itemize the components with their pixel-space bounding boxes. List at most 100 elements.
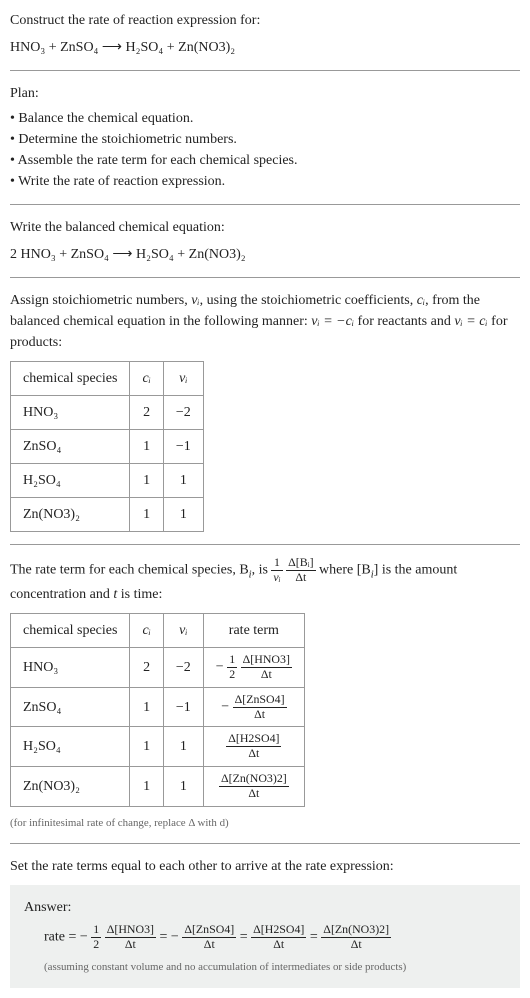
nu-symbol: νᵢ	[191, 293, 199, 308]
col-header: νᵢ	[163, 362, 203, 396]
numerator: Δ[HNO3]	[105, 924, 156, 938]
fraction: Δ[Bᵢ] Δt	[286, 557, 315, 584]
plan-item: • Balance the chemical equation.	[10, 108, 520, 129]
col-header: cᵢ	[130, 613, 163, 647]
ci-cell: 2	[130, 396, 163, 430]
table-row: H₂SO₄ 1 1 Δ[H2SO4] Δt	[11, 727, 305, 767]
table-row: Zn(NO3)₂ 1 1 Δ[Zn(NO3)2] Δt	[11, 767, 305, 807]
text: , using the stoichiometric coefficients,	[200, 293, 417, 308]
plan-title: Plan:	[10, 83, 520, 104]
fraction: 1 2	[91, 924, 101, 951]
coef: −	[221, 699, 229, 714]
nu-cell: −1	[163, 687, 203, 727]
fraction: Δ[HNO3] Δt	[241, 654, 292, 681]
denominator: Δt	[233, 708, 287, 721]
nu-cell: −2	[163, 396, 203, 430]
divider	[10, 277, 520, 278]
denominator: Δt	[241, 668, 292, 681]
rate-expression: rate = − 1 2 Δ[HNO3] Δt = − Δ[ZnSO4] Δt …	[44, 924, 506, 951]
plan-item: • Determine the stoichiometric numbers.	[10, 129, 520, 150]
col-header: νᵢ	[163, 613, 203, 647]
coef: −	[216, 659, 224, 674]
denominator: Δt	[321, 938, 391, 951]
nu-cell: 1	[163, 464, 203, 498]
species-cell: HNO₃	[11, 647, 130, 687]
table-row: ZnSO₄ 1 −1 − Δ[ZnSO4] Δt	[11, 687, 305, 727]
relation: νᵢ = −cᵢ	[311, 314, 354, 329]
denominator: Δt	[219, 787, 289, 800]
table-row: Zn(NO3)₂ 1 1	[11, 498, 204, 532]
denominator: Δt	[226, 747, 281, 760]
table-row: HNO₃ 2 −2	[11, 396, 204, 430]
text: where [B	[319, 563, 371, 578]
numerator: 1	[91, 924, 101, 938]
col-header: chemical species	[11, 362, 130, 396]
rate-cell: Δ[Zn(NO3)2] Δt	[203, 767, 304, 807]
numerator: Δ[Zn(NO3)2]	[219, 773, 289, 787]
numerator: Δ[Zn(NO3)2]	[321, 924, 391, 938]
nu-cell: 1	[163, 498, 203, 532]
table-row: HNO₃ 2 −2 − 1 2 Δ[HNO3] Δt	[11, 647, 305, 687]
species-cell: HNO₃	[11, 396, 130, 430]
rate-term-intro: The rate term for each chemical species,…	[10, 557, 520, 605]
rate-cell: − Δ[ZnSO4] Δt	[203, 687, 304, 727]
rate-term-table: chemical species cᵢ νᵢ rate term HNO₃ 2 …	[10, 613, 305, 807]
col-header: cᵢ	[130, 362, 163, 396]
answer-label: Answer:	[24, 897, 506, 918]
denominator: νᵢ	[271, 571, 282, 584]
ci-cell: 2	[130, 647, 163, 687]
ci-symbol: cᵢ	[417, 293, 425, 308]
denominator: 2	[227, 668, 237, 681]
species-cell: H₂SO₄	[11, 464, 130, 498]
equals: =	[240, 930, 251, 945]
species-cell: H₂SO₄	[11, 727, 130, 767]
numerator: Δ[H2SO4]	[226, 733, 281, 747]
species-cell: Zn(NO3)₂	[11, 498, 130, 532]
numerator: 1	[271, 557, 282, 571]
denominator: Δt	[251, 938, 306, 951]
numerator: Δ[HNO3]	[241, 654, 292, 668]
text: , is	[252, 563, 272, 578]
final-intro: Set the rate terms equal to each other t…	[10, 856, 520, 877]
species-cell: ZnSO₄	[11, 687, 130, 727]
balanced-equation: 2 HNO₃ + ZnSO₄ ⟶ H₂SO₄ + Zn(NO3)₂	[10, 244, 520, 265]
fraction: 1 νᵢ	[271, 557, 282, 584]
col-header: chemical species	[11, 613, 130, 647]
table-row: ZnSO₄ 1 −1	[11, 430, 204, 464]
nu-cell: 1	[163, 767, 203, 807]
text: Assign stoichiometric numbers,	[10, 293, 191, 308]
fraction: Δ[Zn(NO3)2] Δt	[219, 773, 289, 800]
answer-box: Answer: rate = − 1 2 Δ[HNO3] Δt = − Δ[Zn…	[10, 885, 520, 987]
divider	[10, 204, 520, 205]
header-equation: HNO₃ + ZnSO₄ ⟶ H₂SO₄ + Zn(NO3)₂	[10, 37, 520, 58]
stoich-intro: Assign stoichiometric numbers, νᵢ, using…	[10, 290, 520, 353]
numerator: Δ[H2SO4]	[251, 924, 306, 938]
nu-cell: 1	[163, 727, 203, 767]
divider	[10, 544, 520, 545]
ci-cell: 1	[130, 687, 163, 727]
equals: = −	[160, 930, 179, 945]
ci-cell: 1	[130, 430, 163, 464]
fraction: Δ[Zn(NO3)2] Δt	[321, 924, 391, 951]
equals: =	[310, 930, 321, 945]
plan-item: • Assemble the rate term for each chemic…	[10, 150, 520, 171]
species-cell: Zn(NO3)₂	[11, 767, 130, 807]
col-header: rate term	[203, 613, 304, 647]
ci-cell: 1	[130, 767, 163, 807]
divider	[10, 843, 520, 844]
text: is time:	[117, 587, 162, 602]
balanced-title: Write the balanced chemical equation:	[10, 217, 520, 238]
infinitesimal-note: (for infinitesimal rate of change, repla…	[10, 815, 520, 831]
fraction: 1 2	[227, 654, 237, 681]
denominator: Δt	[182, 938, 236, 951]
answer-content: rate = − 1 2 Δ[HNO3] Δt = − Δ[ZnSO4] Δt …	[44, 924, 506, 975]
rate-cell: − 1 2 Δ[HNO3] Δt	[203, 647, 304, 687]
denominator: Δt	[286, 571, 315, 584]
numerator: Δ[Bᵢ]	[286, 557, 315, 571]
numerator: Δ[ZnSO4]	[182, 924, 236, 938]
numerator: Δ[ZnSO4]	[233, 694, 287, 708]
fraction: Δ[H2SO4] Δt	[226, 733, 281, 760]
ci-cell: 1	[130, 727, 163, 767]
fraction: Δ[H2SO4] Δt	[251, 924, 306, 951]
assumption-note: (assuming constant volume and no accumul…	[44, 959, 506, 975]
